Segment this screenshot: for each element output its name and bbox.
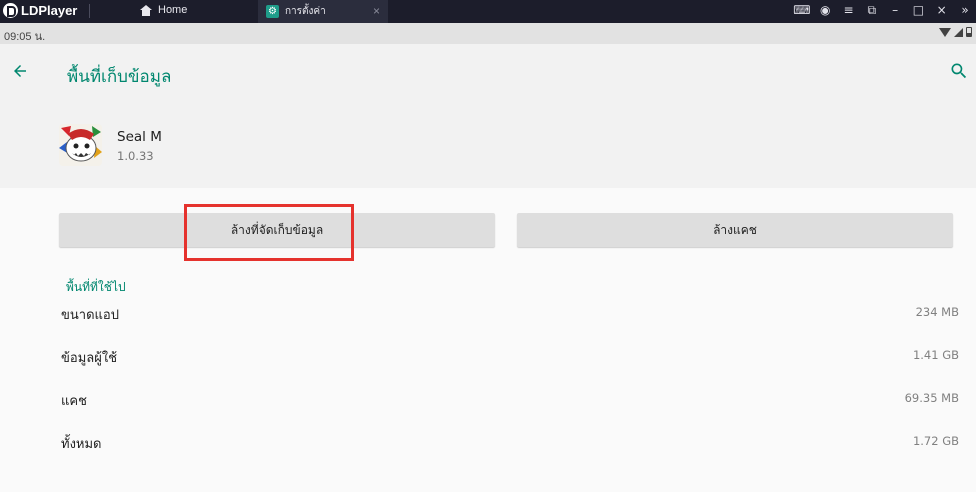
- clear-cache-button[interactable]: ล้างแคช: [517, 213, 953, 247]
- storage-row-value: 1.41 GB: [912, 348, 959, 362]
- emulator-titlebar: LDPlayer Home ⚙ การตั้งค่า × ⌨ ◉ ≡ ⧉ – □…: [0, 0, 976, 23]
- minimize-icon[interactable]: –: [884, 3, 906, 17]
- storage-row-value: 69.35 MB: [904, 391, 959, 405]
- status-icons: [939, 27, 972, 37]
- tab-settings-label: การตั้งค่า: [285, 6, 326, 17]
- highlight-annotation-box: [184, 204, 354, 261]
- app-version: 1.0.33: [117, 149, 154, 163]
- storage-row-label: ข้อมูลผู้ใช้: [61, 351, 118, 366]
- storage-row-app-size: ขนาดแอป 234 MB: [0, 302, 976, 324]
- signal-icon: [954, 27, 963, 37]
- window-controls: ⌨ ◉ ≡ ⧉ – □ × »: [790, 0, 976, 20]
- storage-row-label: แคช: [61, 394, 87, 409]
- search-icon: [951, 63, 967, 79]
- home-icon: [140, 4, 152, 16]
- close-icon[interactable]: ×: [931, 3, 953, 17]
- app-name: Seal M: [117, 129, 162, 145]
- app-bar: พื้นที่เก็บข้อมูล: [0, 44, 976, 100]
- back-arrow-icon: [14, 65, 26, 77]
- storage-row-value: 1.72 GB: [912, 434, 959, 448]
- ldplayer-logo[interactable]: LDPlayer: [3, 0, 77, 20]
- gear-icon: ⚙: [266, 5, 279, 18]
- storage-row-total: ทั้งหมด 1.72 GB: [0, 431, 976, 453]
- storage-row-cache: แคช 69.35 MB: [0, 388, 976, 410]
- battery-icon: [966, 27, 972, 37]
- app-info-header: Seal M 1.0.33: [0, 100, 976, 188]
- seal-m-app-icon: [59, 124, 102, 166]
- tab-close-icon[interactable]: ×: [373, 4, 380, 18]
- android-status-bar: 09:05 น.: [0, 23, 976, 44]
- status-time: 09:05 น.: [4, 31, 46, 43]
- titlebar-divider: [89, 4, 90, 18]
- maximize-icon[interactable]: □: [907, 3, 929, 17]
- storage-used-section-title: พื้นที่ที่ใช้ไป: [66, 280, 126, 294]
- storage-row-value: 234 MB: [915, 305, 959, 319]
- tab-home[interactable]: Home: [140, 0, 187, 20]
- sidebar-expand-icon[interactable]: »: [954, 3, 976, 17]
- ldplayer-logo-icon: [3, 2, 18, 18]
- ldplayer-brand-text: LDPlayer: [21, 2, 78, 18]
- menu-icon[interactable]: ≡: [838, 3, 860, 17]
- tab-settings[interactable]: ⚙ การตั้งค่า ×: [258, 0, 388, 23]
- storage-row-label: ขนาดแอป: [61, 308, 119, 323]
- search-button[interactable]: [946, 58, 972, 84]
- restore-view-icon[interactable]: ⧉: [861, 3, 883, 18]
- page-title: พื้นที่เก็บข้อมูล: [67, 67, 172, 87]
- gamepad-icon[interactable]: ⌨: [791, 3, 813, 17]
- back-button[interactable]: [6, 57, 34, 85]
- storage-row-user-data: ข้อมูลผู้ใช้ 1.41 GB: [0, 345, 976, 367]
- account-icon[interactable]: ◉: [814, 3, 836, 17]
- tab-home-label: Home: [158, 4, 188, 16]
- storage-row-label: ทั้งหมด: [61, 437, 102, 452]
- wifi-icon: [939, 27, 951, 37]
